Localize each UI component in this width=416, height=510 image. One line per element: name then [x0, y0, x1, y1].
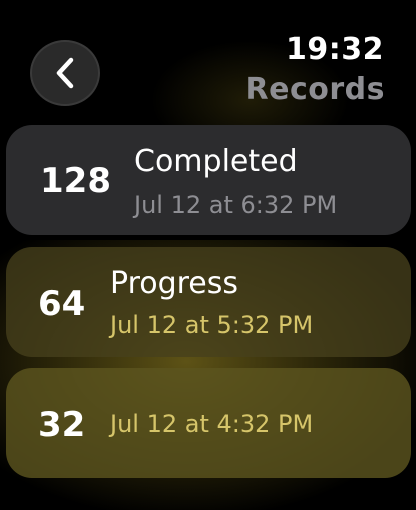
record-value: 64 — [38, 284, 86, 324]
record-row[interactable]: 32 Jul 12 at 4:32 PM — [6, 368, 411, 478]
record-row[interactable]: 128 Completed Jul 12 at 6:32 PM — [6, 125, 411, 235]
record-date: Jul 12 at 5:32 PM — [110, 311, 314, 339]
record-value: 32 — [38, 405, 86, 445]
record-label: Progress — [110, 266, 239, 301]
back-button[interactable] — [30, 40, 100, 106]
record-value: 128 — [40, 161, 111, 201]
record-date: Jul 12 at 4:32 PM — [110, 410, 314, 438]
record-date: Jul 12 at 6:32 PM — [134, 191, 338, 219]
record-label: Completed — [134, 144, 298, 179]
clock-time: 19:32 — [286, 32, 384, 67]
chevron-left-icon — [54, 56, 76, 90]
record-row[interactable]: 64 Progress Jul 12 at 5:32 PM — [6, 247, 411, 357]
page-title: Records — [245, 72, 385, 107]
